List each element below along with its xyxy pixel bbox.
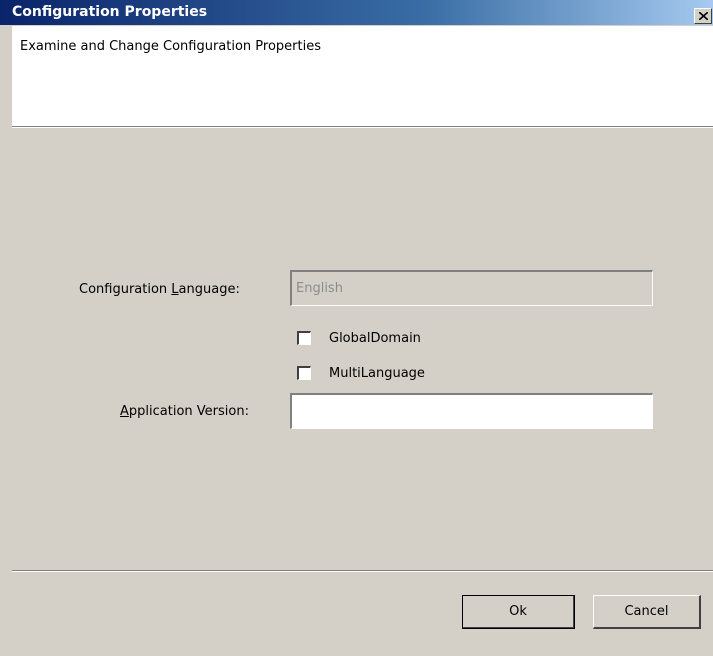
cancel-button[interactable]: Cancel xyxy=(593,595,701,629)
window-title: Configuration Properties xyxy=(12,4,208,20)
configuration-language-field xyxy=(290,270,653,306)
cancel-button-label: Cancel xyxy=(624,604,669,619)
application-version-label: Application Version: xyxy=(120,404,249,419)
application-version-field[interactable] xyxy=(290,393,653,429)
footer-divider-highlight xyxy=(12,571,713,572)
form-area xyxy=(12,128,713,656)
global-domain-label[interactable]: GlobalDomain xyxy=(329,331,421,346)
application-version-label-suffix: pplication Version: xyxy=(128,404,249,419)
ok-button-label: Ok xyxy=(509,604,527,619)
global-domain-checkbox[interactable] xyxy=(297,331,311,345)
configuration-language-label-prefix: Configuration xyxy=(79,282,172,297)
close-icon xyxy=(699,12,708,20)
application-version-label-accel: A xyxy=(120,404,129,419)
multi-language-checkbox[interactable] xyxy=(297,366,311,380)
dialog-subtitle: Examine and Change Configuration Propert… xyxy=(20,39,322,54)
ok-button[interactable]: Ok xyxy=(462,595,575,629)
close-button[interactable] xyxy=(694,8,712,24)
multi-language-label[interactable]: MultiLanguage xyxy=(329,366,425,381)
configuration-language-label: Configuration Language: xyxy=(79,282,240,297)
configuration-properties-dialog: Configuration Properties Examine and Cha… xyxy=(0,0,713,656)
title-bar[interactable]: Configuration Properties xyxy=(0,0,713,26)
configuration-language-label-suffix: anguage: xyxy=(178,282,240,297)
configuration-language-label-accel: L xyxy=(171,282,179,297)
